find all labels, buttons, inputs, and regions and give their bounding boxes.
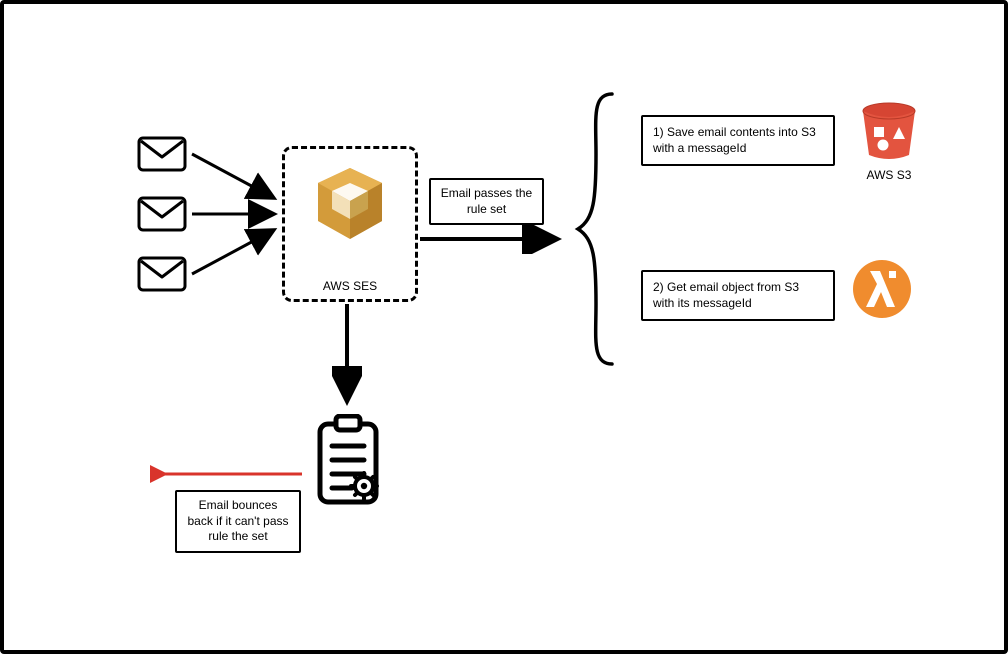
aws-ses-icon <box>310 163 390 253</box>
aws-s3-label: AWS S3 <box>849 168 929 182</box>
aws-ses-label: AWS SES <box>285 279 415 293</box>
s3-bucket-icon <box>857 99 921 163</box>
aws-ses-node: AWS SES <box>282 146 418 302</box>
label-pass-ruleset: Email passes the rule set <box>429 178 544 225</box>
aws-lambda-icon <box>852 259 912 319</box>
label-step2: 2) Get email object from S3 with its mes… <box>641 270 835 321</box>
mail-icon <box>137 256 187 292</box>
arrow-bounce-back <box>150 464 310 484</box>
arrows-emails-to-ses <box>184 134 294 304</box>
arrow-ses-to-branch <box>416 224 566 254</box>
aws-s3-node: AWS S3 <box>849 99 929 182</box>
mail-icon <box>137 196 187 232</box>
arrow-ses-to-rulecheck <box>332 300 362 410</box>
curly-brace-icon <box>572 89 622 369</box>
diagram-canvas: AWS SES Email passes the rule set 1) Sav… <box>0 0 1008 654</box>
label-bounce-back: Email bounces back if it can't pass rule… <box>175 490 301 553</box>
clipboard-ruleset-icon <box>310 414 390 510</box>
mail-icon <box>137 136 187 172</box>
label-step1: 1) Save email contents into S3 with a me… <box>641 115 835 166</box>
